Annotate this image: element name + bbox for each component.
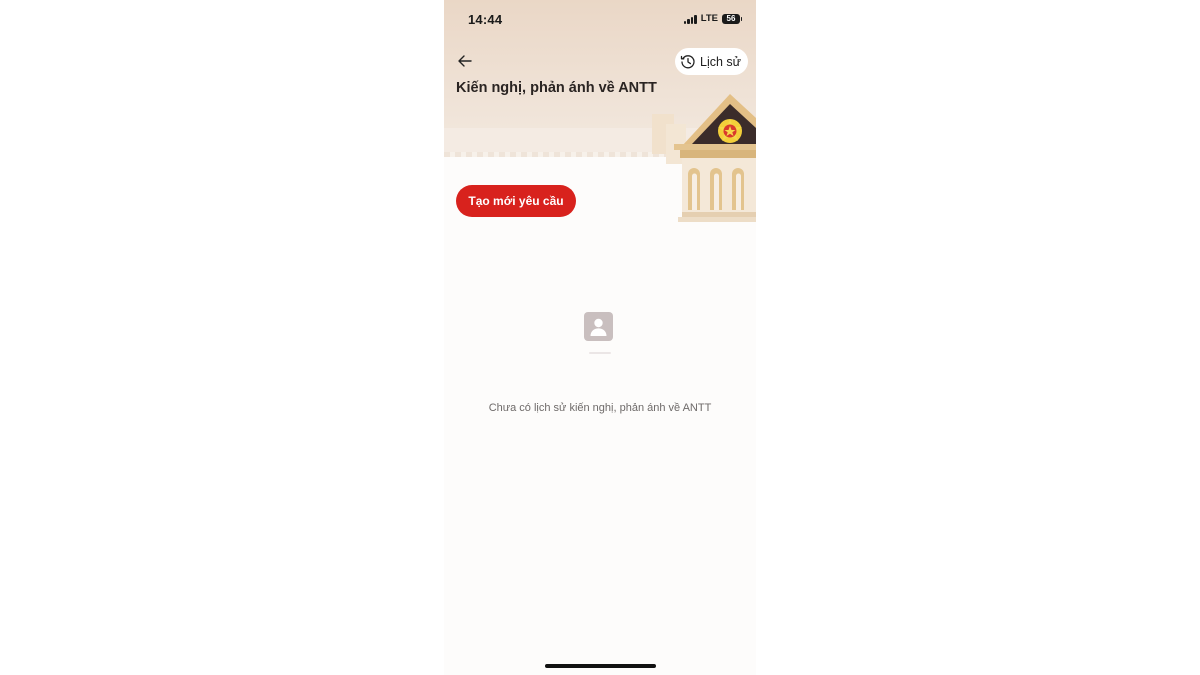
status-bar: 14:44 LTE 56	[444, 0, 756, 40]
empty-state-message: Chưa có lịch sử kiến nghị, phản ánh về A…	[488, 402, 712, 414]
battery-level: 56	[726, 14, 736, 23]
user-placeholder-icon	[584, 312, 613, 341]
history-button[interactable]: Lịch sử	[675, 48, 748, 75]
network-type: LTE	[700, 13, 718, 24]
page-title: Kiến nghị, phản ánh về ANTT	[456, 80, 657, 96]
create-request-button[interactable]: Tạo mới yêu cầu	[456, 185, 576, 217]
status-indicators: LTE 56	[683, 13, 742, 24]
signal-icon	[683, 14, 697, 24]
home-indicator[interactable]	[545, 664, 656, 668]
arrow-left-icon	[458, 55, 472, 67]
clock-history-icon	[680, 54, 695, 68]
status-time: 14:44	[468, 12, 503, 27]
empty-icon-shadow	[589, 352, 611, 354]
app-screen: 14:44 LTE 56 Lịch sử Kiến nghị, phản ánh	[444, 0, 756, 675]
battery-icon: 56	[722, 13, 742, 24]
history-label: Lịch sử	[700, 54, 742, 69]
police-building-illustration	[652, 94, 756, 222]
back-button[interactable]	[454, 50, 476, 72]
header-torn-edge	[444, 152, 674, 157]
